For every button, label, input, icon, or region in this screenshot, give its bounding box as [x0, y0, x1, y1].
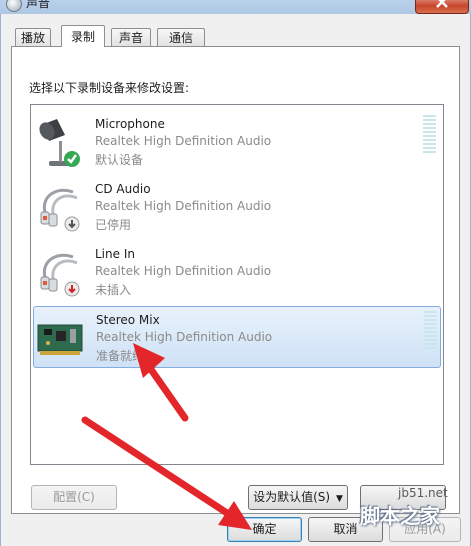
device-name: CD Audio: [95, 182, 151, 196]
device-status: 默认设备: [95, 153, 144, 167]
device-name: Microphone: [95, 117, 165, 131]
device-name: Line In: [95, 247, 135, 261]
title-bar: 声音: [0, 0, 471, 14]
window-title: 声音: [26, 0, 51, 10]
tab-recording[interactable]: 录制: [61, 25, 105, 47]
audio-cable-icon: [40, 188, 80, 232]
tab-communications[interactable]: 通信: [157, 28, 205, 46]
device-driver: Realtek High Definition Audio: [96, 330, 273, 344]
device-driver: Realtek High Definition Audio: [95, 199, 272, 213]
microphone-icon: [39, 119, 80, 167]
device-item-line-in[interactable]: Line In Realtek High Definition Audio 未插…: [33, 241, 441, 303]
tab-playback[interactable]: 播放: [15, 28, 51, 46]
device-driver: Realtek High Definition Audio: [95, 134, 272, 148]
audio-cable-icon: [40, 253, 80, 297]
watermark-site: jb51.net: [398, 486, 448, 500]
speaker-icon: [6, 0, 22, 12]
device-name: Stereo Mix: [96, 313, 160, 327]
dialog-body: 播放 录制 声音 通信 选择以下录制设备来修改设置: Microphone Re…: [0, 14, 471, 546]
set-default-label: 设为默认值(S): [253, 490, 331, 504]
configure-button[interactable]: 配置(C): [31, 485, 117, 510]
chevron-down-icon: ▼: [335, 494, 343, 504]
level-meter: [423, 115, 436, 157]
device-item-cd-audio[interactable]: CD Audio Realtek High Definition Audio 已…: [33, 176, 441, 238]
watermark-name: 脚本之家: [360, 504, 440, 528]
set-default-button[interactable]: 设为默认值(S) ▼: [248, 485, 348, 510]
close-icon: [436, 0, 448, 8]
tab-sounds[interactable]: 声音: [111, 28, 151, 46]
ok-button[interactable]: 确定: [227, 517, 302, 542]
level-meter: [424, 311, 437, 353]
recording-panel: 选择以下录制设备来修改设置: Microphone Realtek High D…: [11, 46, 460, 514]
device-driver: Realtek High Definition Audio: [95, 264, 272, 278]
device-item-stereo-mix[interactable]: Stereo Mix Realtek High Definition Audio…: [33, 306, 441, 368]
device-status: 未插入: [95, 283, 132, 297]
device-status: 准备就绪: [96, 349, 145, 363]
instruction-label: 选择以下录制设备来修改设置:: [29, 81, 190, 95]
close-button[interactable]: [415, 0, 469, 14]
device-status: 已停用: [95, 218, 132, 232]
device-item-microphone[interactable]: Microphone Realtek High Definition Audio…: [33, 111, 441, 173]
device-list[interactable]: Microphone Realtek High Definition Audio…: [30, 104, 444, 465]
sound-card-icon: [37, 324, 83, 355]
